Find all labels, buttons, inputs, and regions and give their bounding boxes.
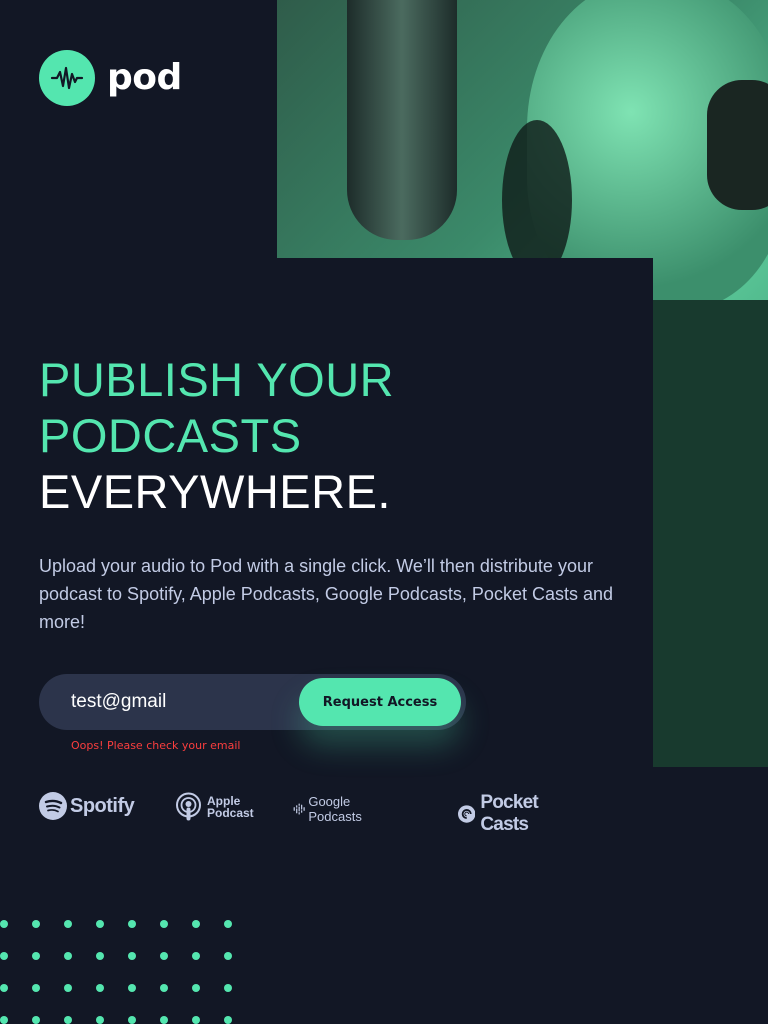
spotify-label: Spotify bbox=[70, 794, 135, 817]
email-input[interactable] bbox=[71, 674, 291, 730]
pop-filter-image bbox=[502, 120, 572, 280]
request-access-form: Request Access bbox=[39, 674, 466, 730]
request-access-button[interactable]: Request Access bbox=[299, 678, 461, 726]
microphone-image bbox=[347, 0, 457, 240]
headline-line-1: PUBLISH YOUR bbox=[39, 353, 395, 406]
spotify-icon bbox=[39, 792, 67, 820]
headline-line-2: PODCASTS bbox=[39, 409, 302, 462]
pocket-casts-icon bbox=[458, 805, 476, 823]
sound-wave-icon bbox=[50, 66, 84, 90]
headline: PUBLISH YOUR PODCASTS EVERYWHERE. bbox=[39, 352, 394, 520]
apple-label-line-2: Podcast bbox=[207, 806, 254, 820]
pocket-casts-label: Pocket Casts bbox=[480, 792, 538, 835]
logo-badge bbox=[39, 50, 95, 106]
hero-description: Upload your audio to Pod with a single c… bbox=[39, 556, 613, 632]
logo[interactable]: pod bbox=[39, 50, 182, 106]
apple-podcasts-icon bbox=[176, 792, 201, 821]
apple-podcast-logo: Apple Podcast bbox=[175, 792, 254, 822]
pocket-casts-logo: Pocket Casts bbox=[458, 792, 549, 836]
spotify-logo: Spotify bbox=[39, 792, 135, 820]
logo-text: pod bbox=[107, 57, 182, 98]
shirt-image bbox=[647, 300, 768, 767]
headline-line-3: EVERYWHERE. bbox=[39, 465, 391, 518]
headphones-image bbox=[707, 80, 768, 210]
decorative-dot-pattern bbox=[0, 915, 240, 1024]
google-podcasts-icon bbox=[293, 803, 305, 815]
google-podcasts-label: Google Podcasts bbox=[308, 794, 362, 824]
email-error-message: Oops! Please check your email bbox=[71, 739, 241, 752]
google-podcasts-logo: Google Podcasts bbox=[293, 794, 369, 824]
